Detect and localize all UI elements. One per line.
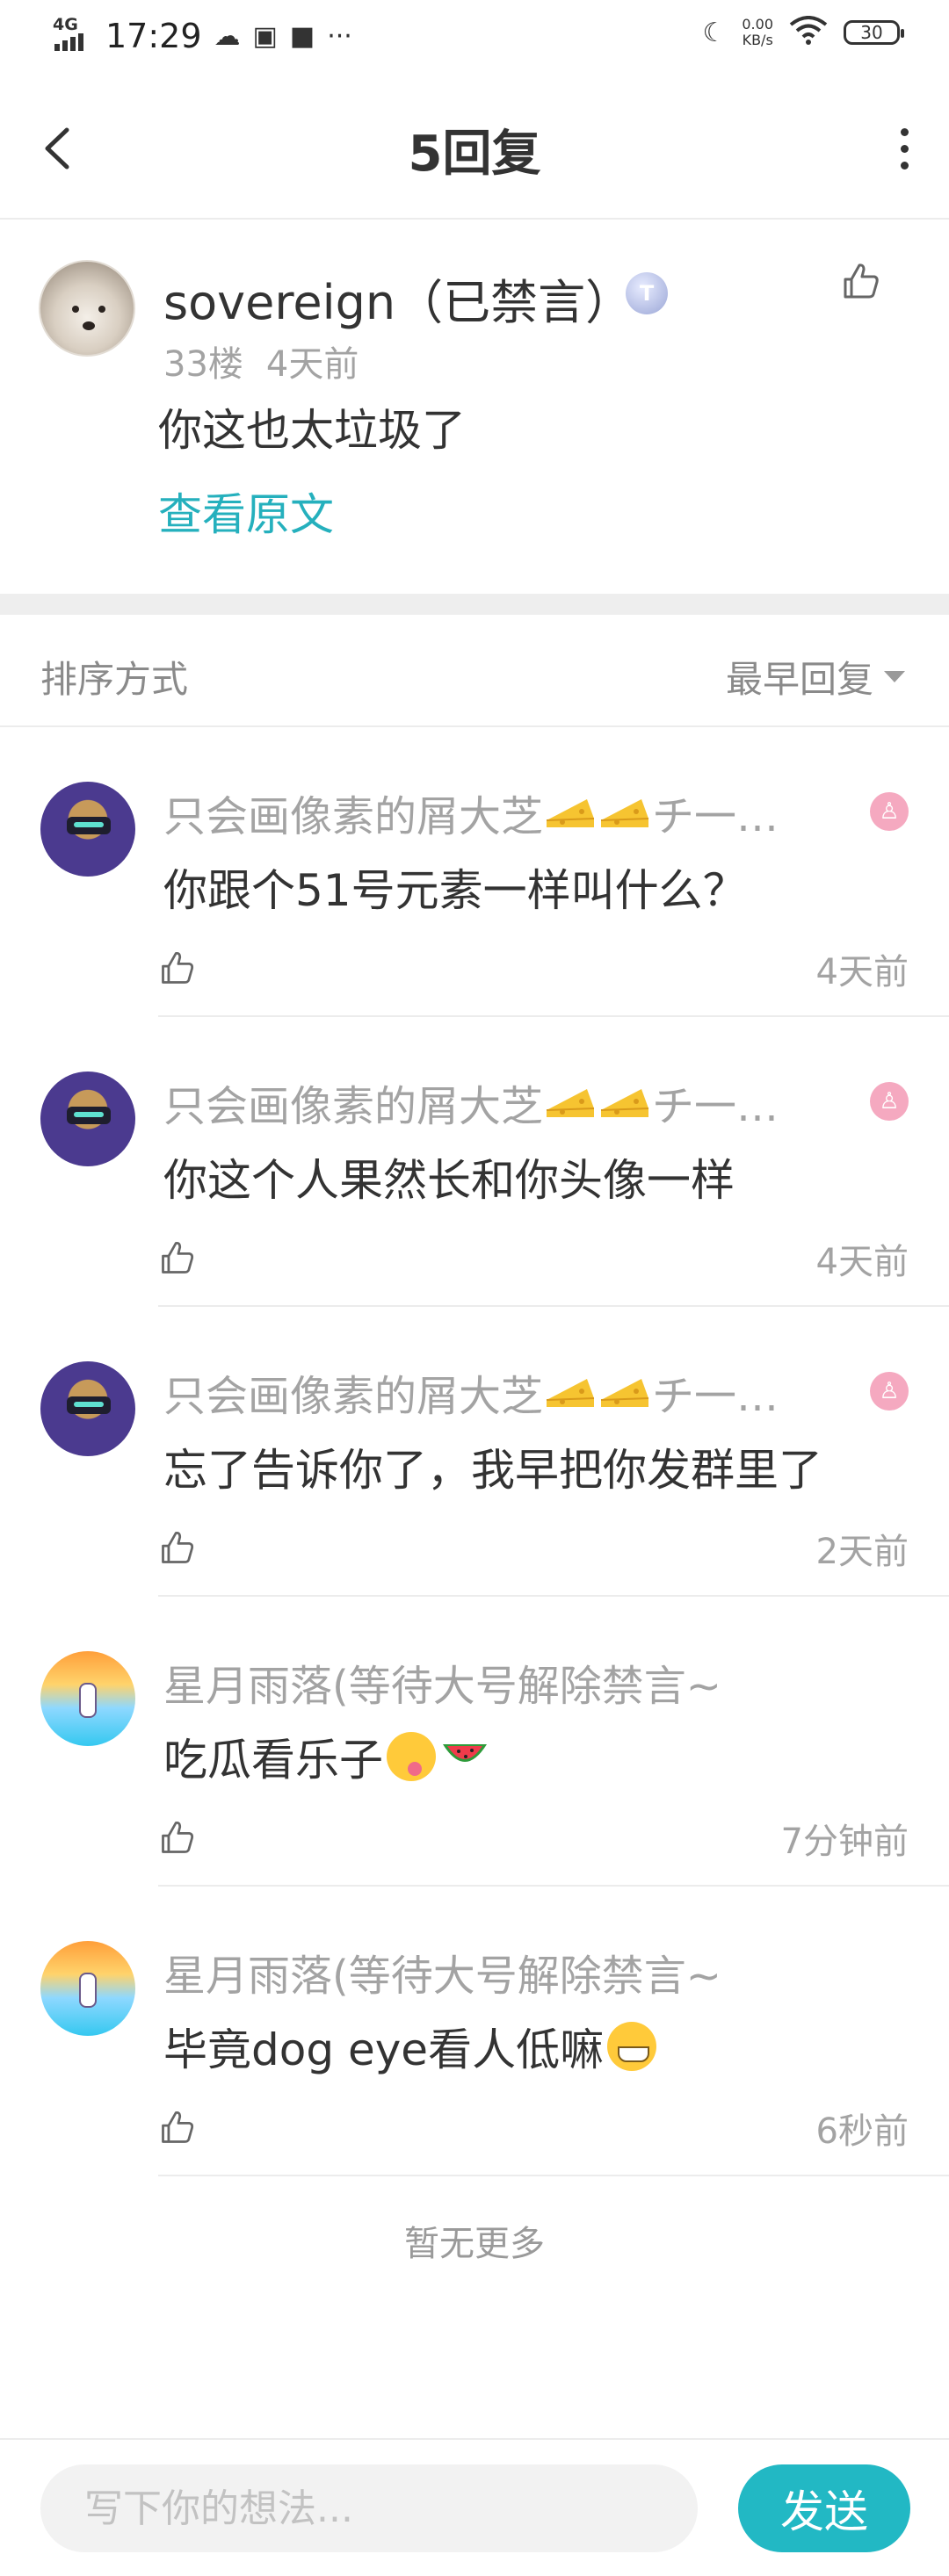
caret-down-icon (884, 671, 905, 682)
username-text: 星月雨落(等待大号解除禁言~ (163, 1662, 721, 1711)
cloud-icon: ☁ (214, 20, 241, 52)
sort-bar: 排序方式 最早回复 (0, 615, 949, 727)
app-header: 5回复 (0, 76, 949, 220)
like-button[interactable] (158, 1818, 197, 1857)
cheese-emoji-icon (546, 1089, 595, 1117)
reply-text-content: 毕竟dog eye看人低嘛 (163, 2024, 605, 2075)
like-button[interactable] (158, 1528, 197, 1567)
reply-username[interactable]: 星月雨落(等待大号解除禁言~ (163, 1651, 721, 1713)
username-suffix: チ一… (652, 1372, 779, 1421)
reply-text: 吃瓜看乐子 (163, 1725, 490, 1788)
send-button[interactable]: 发送 (738, 2464, 910, 2552)
speed-unit: KB/s (742, 32, 773, 48)
cheese-emoji-icon (546, 799, 595, 827)
original-comment-text: 你这也太垃圾了 (158, 405, 466, 456)
username-text: 只会画像素的屑大芝 (163, 1372, 544, 1421)
list-item: 星月雨落(等待大号解除禁言~ 毕竟dog eye看人低嘛 6秒前 (0, 1887, 949, 2176)
sort-value: 最早回复 (725, 658, 873, 701)
thumbs-up-icon (162, 952, 194, 984)
cheese-emoji-icon (546, 1379, 595, 1407)
thumbs-up-icon (844, 263, 879, 299)
notification-icon: ▣ (252, 20, 278, 52)
video-icon: ■ (289, 20, 315, 52)
battery-level: 30 (860, 22, 883, 43)
network-speed: 0.00 KB/s (742, 17, 773, 48)
like-button[interactable] (840, 260, 882, 302)
wifi-icon (789, 16, 828, 49)
more-dots-icon (900, 127, 909, 136)
status-time: 17:29 (105, 17, 202, 55)
section-divider (0, 594, 949, 615)
reply-time: 4天前 (815, 1242, 909, 1282)
level-badge: T (626, 272, 668, 314)
page-title: 5回复 (408, 126, 541, 183)
reply-username[interactable]: 星月雨落(等待大号解除禁言~ (163, 1941, 721, 2002)
reply-text: 忘了告诉你了，我早把你发群里了 (163, 1445, 822, 1496)
username-suffix: チ一… (652, 792, 779, 841)
pink-badge-icon: ♙ (870, 1372, 909, 1411)
reply-username[interactable]: 只会画像素的屑大芝 チ一… (163, 782, 779, 843)
list-item: 只会画像素的屑大芝 チ一… ♙ 忘了告诉你了，我早把你发群里了 2天前 (0, 1307, 949, 1597)
more-notifications-icon: ··· (327, 20, 352, 52)
original-comment: sovereign（已禁言） T 33楼 4天前 你这也太垃圾了 查看原文 (0, 220, 949, 588)
list-item: 只会画像素的屑大芝 チ一… ♙ 你这个人果然长和你头像一样 4天前 (0, 1017, 949, 1307)
like-button[interactable] (158, 2108, 197, 2147)
cheese-emoji-icon (600, 799, 649, 827)
reply-username[interactable]: 只会画像素的屑大芝 チ一… (163, 1361, 779, 1423)
composer-bar: 发送 (0, 2438, 949, 2576)
like-button[interactable] (158, 1238, 197, 1277)
list-item: 星月雨落(等待大号解除禁言~ 吃瓜看乐子 7分钟前 (0, 1597, 949, 1887)
divider (158, 2175, 949, 2176)
floor-number: 33楼 (163, 344, 243, 385)
moon-icon: ☾ (702, 17, 727, 48)
avatar[interactable] (40, 1072, 135, 1166)
no-more-text: 暂无更多 (404, 2224, 545, 2264)
battery-icon: 30 (844, 20, 904, 45)
like-button[interactable] (158, 949, 197, 987)
username-text: 星月雨落(等待大号解除禁言~ (163, 1952, 721, 2001)
list-item: 只会画像素的屑大芝 チ一… ♙ 你跟个51号元素一样叫什么？ 4天前 (0, 727, 949, 1017)
thumbs-up-icon (162, 2111, 194, 2143)
reply-text: 你这个人果然长和你头像一样 (163, 1155, 735, 1206)
network-type: 4G (53, 15, 78, 34)
comment-input[interactable] (40, 2464, 698, 2552)
reply-time: 7分钟前 (780, 1822, 909, 1862)
original-username[interactable]: sovereign（已禁言） (163, 263, 633, 333)
cellular-signal-icon: 4G (53, 14, 93, 58)
reply-time: 6秒前 (815, 2111, 909, 2152)
avatar[interactable] (40, 1361, 135, 1456)
yum-emoji-icon (387, 1732, 436, 1781)
username-suffix: チ一… (652, 1082, 779, 1131)
more-options-button[interactable] (882, 118, 926, 179)
speed-value: 0.00 (742, 16, 773, 32)
pink-badge-icon: ♙ (870, 1082, 909, 1121)
grin-emoji-icon (607, 2022, 657, 2071)
reply-time: 4天前 (815, 952, 909, 992)
reply-time: 2天前 (815, 1532, 909, 1572)
sort-label: 排序方式 (40, 658, 189, 701)
cheese-emoji-icon (600, 1089, 649, 1117)
username-text: 只会画像素的屑大芝 (163, 1082, 544, 1131)
avatar[interactable] (40, 1941, 135, 2036)
thumbs-up-icon (162, 1532, 194, 1563)
thumbs-up-icon (162, 1822, 194, 1853)
pink-badge-icon: ♙ (870, 792, 909, 831)
avatar[interactable] (40, 1651, 135, 1746)
avatar[interactable] (39, 260, 135, 357)
reply-text: 你跟个51号元素一样叫什么？ (163, 865, 747, 916)
comment-meta: 33楼 4天前 (163, 336, 359, 386)
reply-text: 毕竟dog eye看人低嘛 (163, 2015, 657, 2078)
thumbs-up-icon (162, 1242, 194, 1274)
comment-time: 4天前 (265, 344, 359, 385)
reply-username[interactable]: 只会画像素的屑大芝 チ一… (163, 1072, 779, 1133)
status-bar: 4G 17:29 ☁ ▣ ■ ··· ☾ 0.00 KB/s 30 (0, 0, 949, 76)
view-original-link[interactable]: 查看原文 (158, 480, 334, 543)
watermelon-emoji-icon (443, 1744, 487, 1762)
reply-text-content: 吃瓜看乐子 (163, 1735, 383, 1786)
cheese-emoji-icon (600, 1379, 649, 1407)
username-text: 只会画像素的屑大芝 (163, 792, 544, 841)
sort-dropdown[interactable]: 最早回复 (726, 650, 905, 704)
avatar[interactable] (40, 782, 135, 877)
